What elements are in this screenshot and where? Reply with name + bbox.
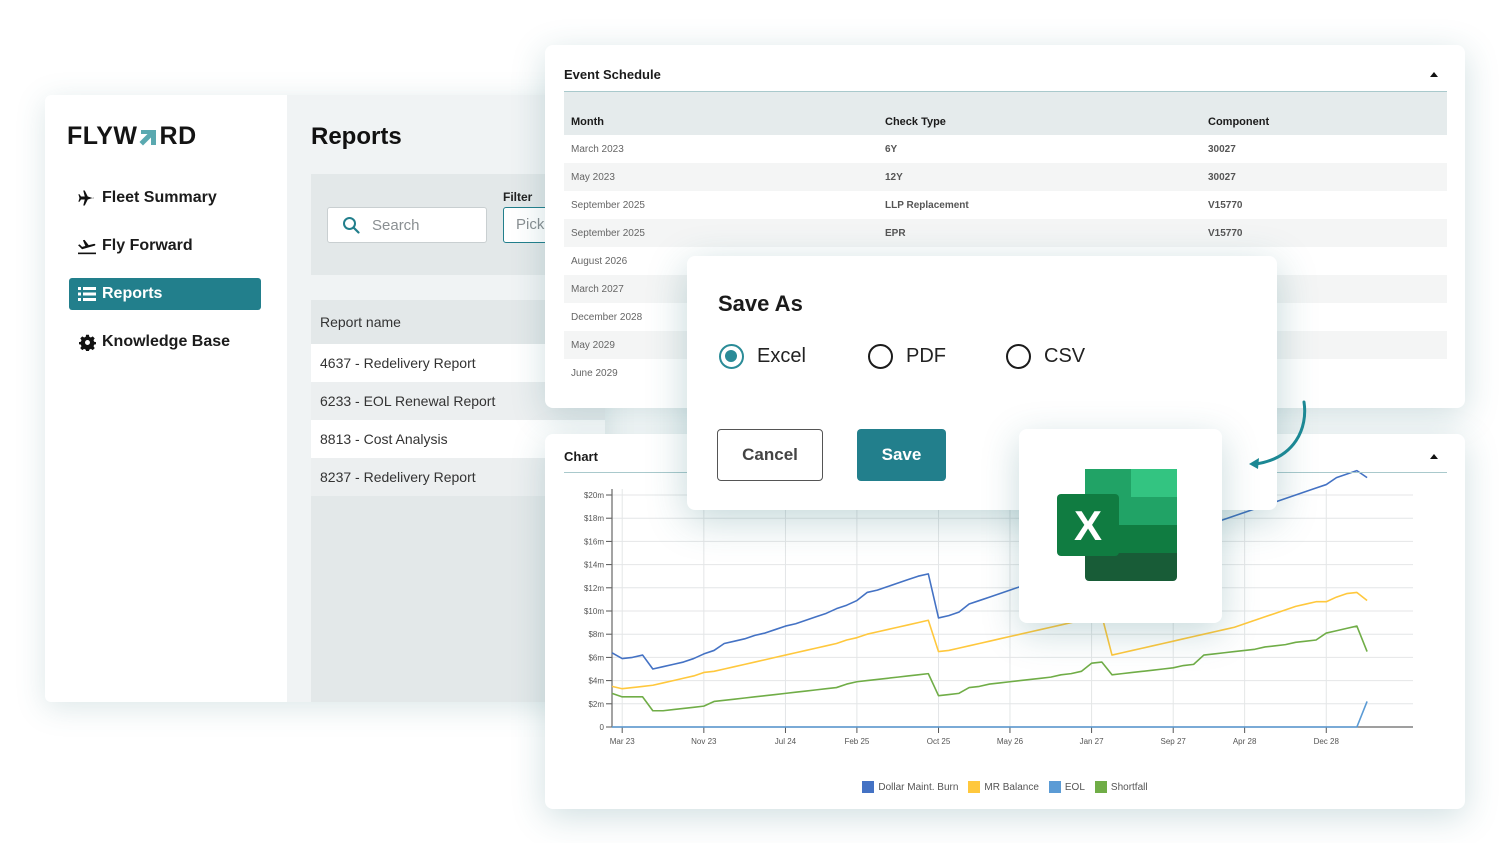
x-tick-label: Jan 27 [1080, 737, 1105, 746]
plane-departure-icon [76, 237, 98, 255]
legend-item-mr-balance[interactable]: MR Balance [968, 781, 1039, 793]
column-header-check-type[interactable]: Check Type [878, 116, 1201, 128]
cell-component: 30027 [1208, 171, 1236, 183]
y-tick-label: 0 [600, 723, 605, 732]
table-row: May 2023 12Y 30027 [564, 163, 1447, 191]
sidebar-item-fly-forward[interactable]: Fly Forward [69, 230, 261, 262]
x-tick-label: Oct 25 [927, 737, 951, 746]
logo-text-left: FLYW [67, 122, 138, 150]
legend-swatch [968, 781, 981, 793]
legend-swatch [1048, 781, 1061, 793]
radio-pdf[interactable]: PDF [868, 344, 946, 369]
y-tick-label: $10m [584, 607, 604, 616]
legend-label: Shortfall [1110, 781, 1148, 793]
cell-component: V15770 [1208, 199, 1243, 211]
chart-legend: Dollar Maint. Burn MR Balance EOL Shortf… [545, 781, 1465, 793]
cell-check-type: 6Y [885, 143, 898, 155]
radio-label: Excel [757, 345, 806, 367]
legend-label: MR Balance [984, 781, 1039, 793]
logo-arrow-icon [139, 129, 156, 145]
sidebar-item-knowledge-base[interactable]: Knowledge Base [69, 326, 261, 358]
sidebar-item-reports[interactable]: Reports [69, 278, 261, 310]
y-tick-label: $2m [588, 700, 604, 709]
cell-check-type: LLP Replacement [885, 199, 969, 211]
x-tick-label: Feb 25 [844, 737, 869, 746]
cell-month: September 2025 [571, 227, 645, 239]
radio-csv[interactable]: CSV [1006, 344, 1085, 369]
series-line-eol [612, 701, 1368, 728]
y-tick-label: $20m [584, 491, 604, 500]
table-row: September 2025 EPR V15770 [564, 219, 1447, 247]
x-tick-label: Sep 27 [1161, 737, 1187, 746]
legend-swatch [1094, 781, 1107, 793]
cell-month: March 2023 [571, 143, 624, 155]
y-tick-label: $8m [588, 630, 604, 639]
app-window: FLYW RD Fleet Summary Fly Forward Report… [45, 95, 605, 702]
cell-check-type: EPR [885, 227, 906, 239]
cell-component: V15770 [1208, 227, 1243, 239]
radio-unchecked-icon [1006, 344, 1031, 369]
legend-item-eol[interactable]: EOL [1048, 781, 1085, 793]
radio-unchecked-icon [868, 344, 893, 369]
search-placeholder: Search [372, 216, 420, 234]
x-tick-label: May 26 [997, 737, 1024, 746]
sidebar-item-fleet-summary[interactable]: Fleet Summary [69, 182, 261, 214]
sidebar-item-label: Reports [102, 285, 163, 302]
radio-checked-icon [719, 344, 744, 369]
plane-icon [76, 189, 98, 207]
sidebar: FLYW RD Fleet Summary Fly Forward Report… [45, 95, 287, 702]
collapse-caret-icon[interactable] [1430, 72, 1438, 77]
chart-title: Chart [564, 449, 598, 464]
dialog-title: Save As [718, 291, 803, 316]
event-schedule-title: Event Schedule [564, 67, 661, 82]
x-tick-label: Apr 28 [1233, 737, 1257, 746]
excel-letter: X [1074, 502, 1102, 549]
cell-month: September 2025 [571, 199, 645, 211]
radio-label: PDF [906, 345, 946, 367]
legend-item-burn[interactable]: Dollar Maint. Burn [862, 781, 958, 793]
save-button[interactable]: Save [857, 429, 946, 481]
legend-swatch [862, 781, 875, 793]
list-icon [76, 285, 98, 303]
column-header-month[interactable]: Month [564, 116, 878, 128]
y-tick-label: $12m [584, 584, 604, 593]
y-tick-label: $4m [588, 677, 604, 686]
legend-label: EOL [1064, 781, 1085, 793]
x-tick-label: Nov 23 [691, 737, 717, 746]
filter-label: Filter [503, 190, 533, 204]
y-tick-label: $18m [584, 514, 604, 523]
cell-component: 30027 [1208, 143, 1236, 155]
x-tick-label: Mar 23 [610, 737, 635, 746]
cancel-button[interactable]: Cancel [717, 429, 823, 481]
legend-label: Dollar Maint. Burn [878, 781, 959, 793]
gear-icon [76, 333, 98, 351]
event-table-header: Month Check Type Component [564, 92, 1447, 135]
search-icon [343, 217, 360, 234]
radio-label: CSV [1044, 345, 1086, 367]
sidebar-item-label: Fleet Summary [102, 189, 217, 206]
y-tick-label: $16m [584, 537, 604, 546]
radio-excel[interactable]: Excel [719, 344, 806, 369]
y-tick-label: $6m [588, 653, 604, 662]
x-tick-label: Dec 28 [1314, 737, 1340, 746]
logo-text-right: RD [159, 122, 197, 150]
cell-check-type: 12Y [885, 171, 903, 183]
page-title: Reports [311, 123, 402, 150]
flyward-logo[interactable]: FLYW RD [67, 122, 197, 151]
legend-item-shortfall[interactable]: Shortfall [1094, 781, 1148, 793]
sidebar-item-label: Fly Forward [102, 237, 193, 254]
excel-export-card: X [1019, 429, 1222, 623]
collapse-caret-icon[interactable] [1430, 454, 1438, 459]
sidebar-item-label: Knowledge Base [102, 333, 231, 350]
y-tick-label: $14m [584, 561, 604, 570]
table-row: September 2025 LLP Replacement V15770 [564, 191, 1447, 219]
cell-month: May 2023 [571, 171, 615, 183]
column-header-component[interactable]: Component [1201, 116, 1269, 128]
search-input[interactable]: Search [327, 207, 487, 243]
curved-arrow-icon [1249, 400, 1307, 469]
series-line-mr-balance [611, 591, 1368, 690]
table-row: March 2023 6Y 30027 [564, 135, 1447, 163]
excel-icon: X [1057, 469, 1177, 581]
x-tick-label: Jul 24 [775, 737, 797, 746]
